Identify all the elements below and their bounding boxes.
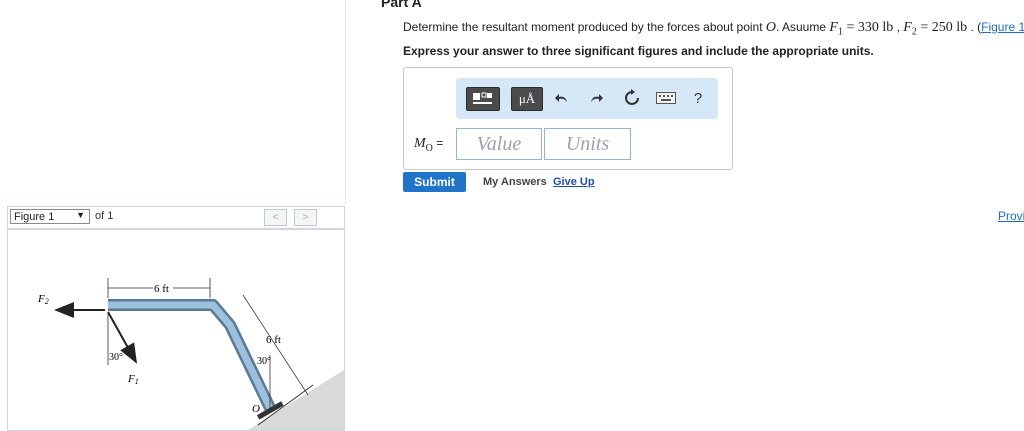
template-button[interactable] — [466, 87, 500, 111]
figure-link[interactable]: Figure 1 — [981, 20, 1024, 34]
figure-nav-bar: Figure 1 ▼ of 1 < > — [7, 206, 345, 229]
prev-figure-button[interactable]: < — [264, 209, 287, 226]
question-prefix: Determine the resultant moment produced … — [403, 20, 766, 34]
dim-top-label: 6 ft — [154, 283, 169, 295]
fraction-template-icon — [473, 92, 492, 104]
instruction-text: Express your answer to three significant… — [403, 44, 874, 58]
redo-button[interactable] — [586, 87, 606, 109]
figure-count: of 1 — [95, 210, 114, 222]
moment-equals: = — [432, 136, 444, 150]
blank-panel — [0, 0, 346, 205]
figure-select-value: Figure 1 — [14, 210, 55, 223]
f1-label: F1 — [127, 373, 139, 386]
next-figure-button[interactable]: > — [294, 209, 317, 226]
units-button[interactable]: μÅ — [511, 87, 543, 111]
figure-select[interactable]: Figure 1 ▼ — [10, 209, 90, 224]
f2-label: F2 — [37, 293, 49, 306]
dim-side-label: 6 ft — [266, 334, 281, 346]
provide-feedback-link[interactable]: Provi — [998, 209, 1024, 223]
answer-box: μÅ ? MO = Value Units — [403, 67, 733, 170]
submit-button[interactable]: Submit — [403, 172, 466, 192]
reset-icon — [625, 89, 639, 105]
reset-button[interactable] — [621, 87, 643, 109]
help-button[interactable]: ? — [691, 87, 705, 109]
point-label: O — [765, 20, 776, 35]
part-title: Part A — [381, 0, 422, 10]
undo-button[interactable] — [552, 87, 572, 109]
question-mid: . Asuume — [776, 20, 830, 34]
math-toolbar: μÅ ? — [456, 78, 718, 119]
f2-symbol: F — [903, 20, 912, 35]
moment-label: MO = — [414, 136, 443, 154]
f1-symbol: F — [829, 20, 838, 35]
question-text: Determine the resultant moment produced … — [403, 20, 1024, 37]
question-sep: , — [893, 20, 904, 34]
units-input[interactable]: Units — [544, 128, 631, 160]
dropdown-arrow-icon: ▼ — [76, 210, 85, 220]
f1-value: = 330 lb — [842, 20, 894, 35]
angle-left-label: 30° — [109, 352, 123, 363]
question-suffix: . ( — [967, 20, 982, 34]
redo-icon — [591, 94, 603, 102]
keyboard-icon — [656, 92, 676, 104]
value-input[interactable]: Value — [456, 128, 542, 160]
my-answers-label: My Answers — [483, 176, 547, 188]
give-up-link[interactable]: Give Up — [553, 176, 595, 188]
angle-right-label: 30° — [257, 356, 271, 367]
moment-subscript: O — [425, 142, 433, 154]
figure-panel: F2 F1 6 ft 6 ft 30° 30° O — [7, 229, 345, 431]
undo-icon — [555, 94, 567, 102]
point-o-label: O — [252, 403, 260, 415]
figure-diagram: F2 F1 6 ft 6 ft 30° 30° O — [37, 278, 344, 430]
keyboard-button[interactable] — [654, 87, 678, 109]
moment-symbol: M — [414, 136, 426, 151]
f2-value: = 250 lb — [916, 20, 968, 35]
